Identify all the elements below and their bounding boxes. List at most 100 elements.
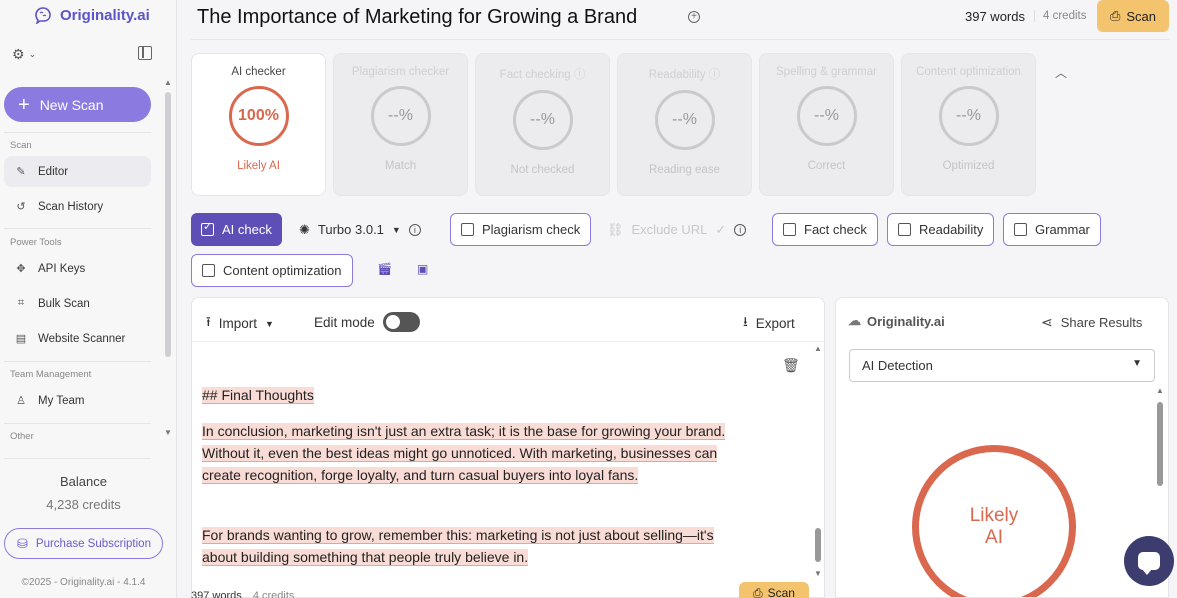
score-value: --% xyxy=(814,107,839,124)
scan-label: Scan xyxy=(1126,8,1157,24)
sidebar-item-website-scanner[interactable]: ▤ Website Scanner xyxy=(4,323,151,354)
purchase-subscription-button[interactable]: ⛁ Purchase Subscription xyxy=(4,528,163,559)
scroll-down-arrow[interactable]: ▼ xyxy=(814,569,822,578)
sidebar-item-scan-history[interactable]: ↺ Scan History xyxy=(4,191,151,222)
checkbox-icon xyxy=(201,220,214,236)
credit-cost: 4 credits xyxy=(252,590,295,598)
comment-icon[interactable]: ▣ xyxy=(417,262,428,276)
option-label: Turbo 3.0.1 xyxy=(317,222,384,237)
credit-cost: 4 credits xyxy=(1034,10,1086,22)
editor-content[interactable]: ## Final Thoughts In conclusion, marketi… xyxy=(202,384,762,582)
score-value: --% xyxy=(956,107,981,124)
copyright: ©2025 - Originality.ai - 4.1.4 xyxy=(21,577,146,588)
sidebar-item-label: Website Scanner xyxy=(38,332,126,345)
edit-mode-label: Edit mode xyxy=(314,314,375,330)
purchase-label: Purchase Subscription xyxy=(35,537,151,550)
card-spelling-grammar[interactable]: Spelling & grammar --% Correct xyxy=(759,53,894,196)
card-status: Not checked xyxy=(510,164,575,176)
sidebar-item-api-keys[interactable]: ✥ API Keys xyxy=(4,253,151,284)
ai-check-toggle[interactable]: AI check xyxy=(191,213,282,246)
export-button[interactable]: ⭳ Export xyxy=(743,312,795,335)
card-ai-checker[interactable]: AI checker 100% Likely AI xyxy=(191,53,326,196)
sidebar: Originality.ai ⚙ ⌄ + New Scan Scan ✎ Edi… xyxy=(0,0,177,598)
card-status: Reading ease xyxy=(649,164,720,176)
option-label: Readability xyxy=(919,222,984,237)
option-label: Exclude URL xyxy=(631,222,708,237)
editor-scan-button[interactable]: ⎙ Scan xyxy=(739,582,809,598)
divider xyxy=(4,458,151,459)
edit-mode-control: Edit mode xyxy=(314,312,420,332)
scroll-up-arrow[interactable]: ▲ xyxy=(1156,386,1164,395)
main-area: The Importance of Marketing for Growing … xyxy=(177,0,1177,598)
result-panel: ☁ Originality.ai ⋖ Share Results AI Dete… xyxy=(835,297,1169,598)
verdict-text: AI xyxy=(985,527,1003,548)
section-team-management: Team Management xyxy=(10,369,92,380)
scan-button[interactable]: ⎙ Scan xyxy=(1097,0,1169,32)
sidebar-item-label: Bulk Scan xyxy=(38,297,90,310)
grammar-toggle[interactable]: Grammar xyxy=(1003,213,1101,246)
scroll-down-arrow[interactable]: ▼ xyxy=(164,428,172,437)
highlighted-text: ## Final Thoughts xyxy=(202,387,314,404)
checkbox-icon xyxy=(461,223,474,236)
upload-icon: ⭱ xyxy=(206,314,211,329)
editor-toolbar: ⭱ Import ▼ Edit mode ⭳ Export xyxy=(192,298,824,342)
new-scan-button[interactable]: + New Scan xyxy=(4,87,151,122)
share-results-button[interactable]: ⋖ Share Results xyxy=(1041,314,1142,331)
pencil-icon: ✎ xyxy=(16,166,26,178)
new-scan-label: New Scan xyxy=(39,96,104,113)
link-off-icon: ⛓ xyxy=(607,221,624,237)
card-title: Plagiarism checker xyxy=(351,66,450,78)
sidebar-item-my-team[interactable]: ♙ My Team xyxy=(4,385,151,416)
plus-icon: + xyxy=(18,93,30,116)
checkbox-icon xyxy=(1014,223,1027,236)
logo-text: Originality.ai xyxy=(60,6,150,24)
brand-logo[interactable]: Originality.ai xyxy=(32,6,150,24)
highlighted-text: In conclusion, marketing isn't just an e… xyxy=(202,423,726,440)
add-circle-icon[interactable]: + xyxy=(688,11,700,23)
score-value: --% xyxy=(672,111,697,128)
card-plagiarism-checker[interactable]: Plagiarism checker --% Match xyxy=(333,53,468,196)
info-icon[interactable]: i xyxy=(734,223,747,236)
section-power-tools: Power Tools xyxy=(10,237,62,248)
import-label: Import xyxy=(218,316,257,331)
section-scan: Scan xyxy=(10,140,32,151)
chat-support-button[interactable] xyxy=(1124,536,1174,586)
plagiarism-check-toggle[interactable]: Plagiarism check xyxy=(450,213,592,246)
clapperboard-icon[interactable]: 🎬︎ xyxy=(377,262,392,276)
highlighted-text: about building something that people tru… xyxy=(202,549,529,566)
scroll-up-arrow[interactable]: ▲ xyxy=(814,344,822,353)
edit-mode-toggle[interactable] xyxy=(382,312,420,332)
card-content-optimization[interactable]: Content optimization --% Optimized xyxy=(901,53,1036,196)
sidebar-item-label: My Team xyxy=(38,394,85,407)
document-title[interactable]: The Importance of Marketing for Growing … xyxy=(197,6,637,29)
model-select[interactable]: ✺ Turbo 3.0.1 ▼ i xyxy=(289,213,431,246)
trash-icon[interactable]: 🗑︎ xyxy=(782,357,800,374)
sidebar-toggle-icon[interactable] xyxy=(138,46,152,60)
card-fact-checking[interactable]: Fact checking ⓘ --% Not checked xyxy=(475,53,610,196)
import-button[interactable]: ⭱ Import ▼ xyxy=(206,312,274,335)
editor-scrollbar[interactable] xyxy=(815,528,821,562)
content-optimization-toggle[interactable]: Content optimization xyxy=(191,254,353,287)
score-ring: --% xyxy=(796,86,857,146)
scroll-up-arrow[interactable]: ▲ xyxy=(164,78,172,87)
list-icon: ▤ xyxy=(15,333,27,345)
result-type-select[interactable]: AI Detection ▼ xyxy=(849,349,1155,382)
settings-dropdown[interactable]: ⚙ ⌄ xyxy=(12,46,36,63)
card-title: Content optimization xyxy=(916,66,1021,78)
info-icon: ⓘ xyxy=(708,69,721,81)
fact-check-toggle[interactable]: Fact check xyxy=(772,213,878,246)
chat-icon xyxy=(1138,552,1160,575)
divider xyxy=(4,361,151,362)
score-value: --% xyxy=(530,111,555,128)
card-readability[interactable]: Readability ⓘ --% Reading ease xyxy=(617,53,752,196)
sidebar-item-bulk-scan[interactable]: ⌗ Bulk Scan xyxy=(4,288,151,319)
sidebar-item-label: Editor xyxy=(38,165,69,178)
sidebar-item-editor[interactable]: ✎ Editor xyxy=(4,156,151,187)
exclude-url-toggle[interactable]: ⛓ Exclude URL ✓ i xyxy=(597,213,756,246)
info-icon[interactable]: i xyxy=(408,223,421,236)
chevron-up-icon[interactable]: ︿ xyxy=(1055,64,1067,81)
result-scrollbar[interactable] xyxy=(1157,402,1163,486)
readability-toggle[interactable]: Readability xyxy=(887,213,995,246)
highlighted-text: create recognition, forge loyalty, and t… xyxy=(202,467,639,484)
sidebar-scrollbar[interactable] xyxy=(165,92,171,357)
